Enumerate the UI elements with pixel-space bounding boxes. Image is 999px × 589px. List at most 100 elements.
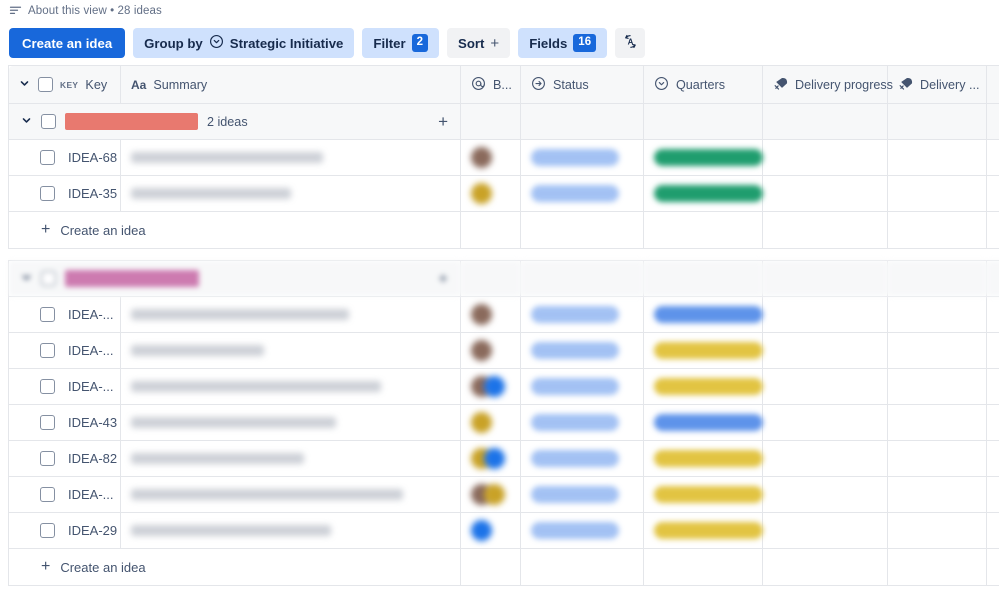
cell-people[interactable] xyxy=(460,476,521,513)
cell-key[interactable]: IDEA-82 xyxy=(8,440,121,477)
sort-button[interactable]: Sort + xyxy=(447,28,511,58)
cell-people[interactable] xyxy=(460,368,521,405)
auto-translate-button[interactable]: A xyxy=(615,28,646,58)
group-select-checkbox[interactable] xyxy=(41,114,56,129)
cell-status[interactable] xyxy=(520,440,644,477)
cell-delivery-progress[interactable] xyxy=(762,476,888,513)
cell-summary[interactable] xyxy=(120,440,461,477)
cell-delivery-progress[interactable] xyxy=(762,139,888,176)
cell-delivery-2[interactable] xyxy=(887,175,987,212)
cell-quarters[interactable] xyxy=(643,404,763,441)
cell-delivery-2[interactable] xyxy=(887,512,987,549)
row-select-checkbox[interactable] xyxy=(40,186,55,201)
cell-people[interactable] xyxy=(460,175,521,212)
group-select-checkbox[interactable] xyxy=(41,271,56,286)
cell-status[interactable] xyxy=(520,404,644,441)
cell-key[interactable]: IDEA-43 xyxy=(8,404,121,441)
table-row[interactable]: IDEA-35 xyxy=(8,175,999,212)
cell-status[interactable] xyxy=(520,476,644,513)
cell-quarters[interactable] xyxy=(643,296,763,333)
select-all-checkbox[interactable] xyxy=(38,77,53,92)
cell-key[interactable]: IDEA-... xyxy=(8,476,121,513)
cell-delivery-progress[interactable] xyxy=(762,368,888,405)
cell-quarters[interactable] xyxy=(643,332,763,369)
fields-button[interactable]: Fields 16 xyxy=(518,28,608,58)
row-select-checkbox[interactable] xyxy=(40,307,55,322)
column-header-quarters[interactable]: Quarters xyxy=(643,65,763,104)
row-select-checkbox[interactable] xyxy=(40,150,55,165)
table-row[interactable]: IDEA-... xyxy=(8,368,999,405)
cell-quarters[interactable] xyxy=(643,512,763,549)
cell-summary[interactable] xyxy=(120,139,461,176)
table-row[interactable]: IDEA-82 xyxy=(8,440,999,477)
cell-key[interactable]: IDEA-... xyxy=(8,368,121,405)
cell-delivery-2[interactable] xyxy=(887,139,987,176)
cell-delivery-progress[interactable] xyxy=(762,332,888,369)
table-row[interactable]: IDEA-... xyxy=(8,332,999,369)
cell-quarters[interactable] xyxy=(643,476,763,513)
table-row[interactable]: IDEA-... xyxy=(8,476,999,513)
cell-status[interactable] xyxy=(520,139,644,176)
ideas-table-container[interactable]: KEY Key Aa Summary B... Status Quarters … xyxy=(0,65,999,588)
cell-quarters[interactable] xyxy=(643,175,763,212)
cell-quarters[interactable] xyxy=(643,368,763,405)
cell-summary[interactable] xyxy=(120,368,461,405)
create-idea-row[interactable]: + Create an idea xyxy=(8,211,999,249)
cell-status[interactable] xyxy=(520,368,644,405)
cell-people[interactable] xyxy=(460,512,521,549)
create-an-idea-button[interactable]: Create an idea xyxy=(9,28,126,58)
group-header-row[interactable]: 2 ideas + xyxy=(8,103,999,140)
cell-quarters[interactable] xyxy=(643,139,763,176)
cell-summary[interactable] xyxy=(120,296,461,333)
cell-delivery-2[interactable] xyxy=(887,476,987,513)
cell-status[interactable] xyxy=(520,512,644,549)
table-row[interactable]: IDEA-... xyxy=(8,296,999,333)
group-add-idea-button[interactable]: + xyxy=(438,113,448,130)
group-add-idea-button[interactable]: + xyxy=(438,270,448,287)
cell-quarters[interactable] xyxy=(643,440,763,477)
cell-people[interactable] xyxy=(460,139,521,176)
table-row[interactable]: IDEA-29 xyxy=(8,512,999,549)
cell-people[interactable] xyxy=(460,440,521,477)
cell-key[interactable]: IDEA-29 xyxy=(8,512,121,549)
table-row[interactable]: IDEA-68 xyxy=(8,139,999,176)
chevron-down-icon[interactable] xyxy=(21,114,32,129)
cell-summary[interactable] xyxy=(120,332,461,369)
cell-status[interactable] xyxy=(520,175,644,212)
cell-summary[interactable] xyxy=(120,476,461,513)
cell-delivery-progress[interactable] xyxy=(762,512,888,549)
cell-key[interactable]: IDEA-35 xyxy=(8,175,121,212)
cell-people[interactable] xyxy=(460,404,521,441)
cell-delivery-2[interactable] xyxy=(887,440,987,477)
column-header-status[interactable]: Status xyxy=(520,65,644,104)
column-header-key[interactable]: KEY Key xyxy=(8,65,121,104)
cell-people[interactable] xyxy=(460,332,521,369)
cell-delivery-progress[interactable] xyxy=(762,296,888,333)
cell-status[interactable] xyxy=(520,296,644,333)
column-header-delivery-2[interactable]: Delivery ... xyxy=(887,65,987,104)
cell-delivery-progress[interactable] xyxy=(762,175,888,212)
cell-delivery-progress[interactable] xyxy=(762,440,888,477)
cell-key[interactable]: IDEA-... xyxy=(8,296,121,333)
group-by-button[interactable]: Group by Strategic Initiative xyxy=(133,28,355,58)
cell-delivery-2[interactable] xyxy=(887,296,987,333)
cell-key[interactable]: IDEA-68 xyxy=(8,139,121,176)
column-header-overflow[interactable] xyxy=(986,65,999,104)
cell-summary[interactable] xyxy=(120,512,461,549)
cell-delivery-2[interactable] xyxy=(887,368,987,405)
cell-key[interactable]: IDEA-... xyxy=(8,332,121,369)
cell-summary[interactable] xyxy=(120,175,461,212)
row-select-checkbox[interactable] xyxy=(40,523,55,538)
cell-delivery-2[interactable] xyxy=(887,332,987,369)
table-row[interactable]: IDEA-43 xyxy=(8,404,999,441)
cell-status[interactable] xyxy=(520,332,644,369)
chevron-down-icon[interactable] xyxy=(19,78,30,92)
row-select-checkbox[interactable] xyxy=(40,487,55,502)
cell-summary[interactable] xyxy=(120,404,461,441)
row-select-checkbox[interactable] xyxy=(40,379,55,394)
row-select-checkbox[interactable] xyxy=(40,451,55,466)
column-header-summary[interactable]: Aa Summary xyxy=(120,65,461,104)
column-header-delivery-progress[interactable]: Delivery progress xyxy=(762,65,893,104)
cell-delivery-2[interactable] xyxy=(887,404,987,441)
group-header-row[interactable]: + xyxy=(8,260,999,297)
